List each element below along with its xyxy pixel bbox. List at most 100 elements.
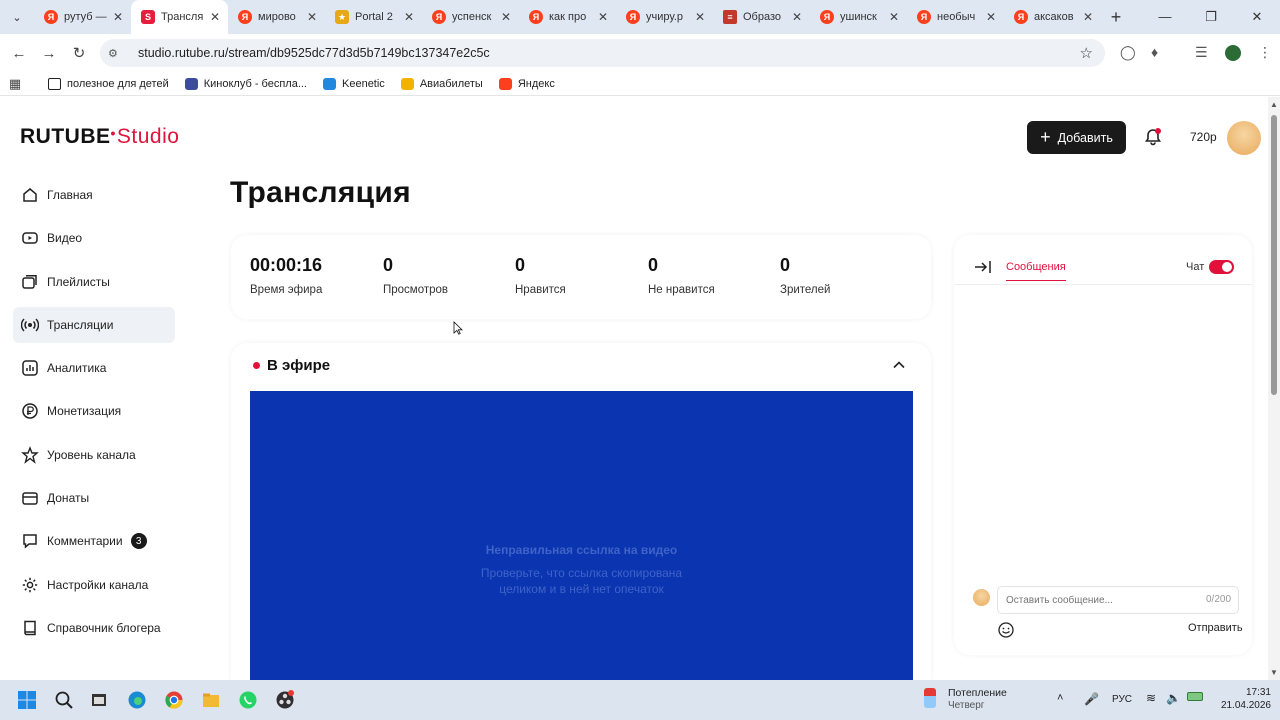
- sidebar-item[interactable]: Главная: [13, 177, 175, 213]
- scroll-down-arrow-icon[interactable]: ▼: [1270, 668, 1278, 677]
- browser-tab[interactable]: Яушинск ✕: [810, 0, 907, 34]
- browser-menu-icon[interactable]: ⋮: [1258, 44, 1272, 61]
- window-controls: — ❐ ✕: [1142, 0, 1280, 34]
- video-player[interactable]: Неправильная ссылка на видео Проверьте, …: [250, 391, 913, 680]
- bookmark-item[interactable]: Киноклуб - бесплa...: [184, 77, 307, 90]
- notifications-bell-icon[interactable]: [1143, 127, 1163, 147]
- browser-tab[interactable]: Яуспенск ✕: [422, 0, 519, 34]
- clock-time[interactable]: 17:31: [1231, 687, 1271, 698]
- chevron-up-icon[interactable]: [891, 357, 907, 373]
- language-indicator[interactable]: РУС: [1112, 694, 1132, 705]
- obs-icon[interactable]: [275, 690, 295, 710]
- close-tab-icon[interactable]: ✕: [305, 10, 319, 24]
- sidebar-nav: Главная Видео Плейлисты Трансляции Аналитика…: [13, 177, 175, 653]
- battery-icon[interactable]: [1187, 692, 1203, 701]
- sidebar-item[interactable]: Трансляции: [13, 306, 175, 343]
- browser-tab[interactable]: Якак про ✕: [519, 0, 616, 34]
- sidebar-item[interactable]: Аналитика: [13, 350, 175, 386]
- sidebar-item[interactable]: Справочник блогера: [13, 610, 175, 646]
- sidebar-item[interactable]: Комментарии 3: [13, 523, 175, 559]
- sidebar-item-label: Донаты: [47, 491, 90, 506]
- minimize-button[interactable]: —: [1142, 0, 1188, 34]
- sidebar-item[interactable]: Настройки канала: [13, 567, 175, 603]
- media-controls-icon[interactable]: ☰: [1195, 44, 1208, 61]
- apps-grid-icon[interactable]: ▦: [0, 76, 30, 92]
- task-view-icon[interactable]: [89, 690, 109, 710]
- url-text: studio.rutube.ru/stream/db9525dc77d3d5b7…: [138, 46, 490, 60]
- close-tab-icon[interactable]: ✕: [1081, 10, 1095, 24]
- address-bar[interactable]: ⚙ studio.rutube.ru/stream/db9525dc77d3d5…: [100, 39, 1105, 67]
- browser-tab[interactable]: Яаксаков ✕: [1004, 0, 1101, 34]
- chrome-icon[interactable]: [164, 690, 184, 710]
- rutube-studio-logo[interactable]: RUTUBE•Studio: [20, 125, 179, 149]
- bookmark-item[interactable]: полезное для детей: [48, 77, 169, 90]
- weather-title[interactable]: Потепление: [948, 687, 1007, 699]
- quality-label[interactable]: 720p: [1190, 130, 1217, 144]
- bookmark-star-icon[interactable]: ☆: [1080, 44, 1093, 62]
- sidebar-item[interactable]: Плейлисты: [13, 264, 175, 300]
- bookmark-label: Авиабилеты: [419, 77, 483, 90]
- tray-overflow-chevron-icon[interactable]: ˄: [1057, 692, 1063, 704]
- translate-icon[interactable]: ◯: [1120, 44, 1136, 61]
- mouse-cursor-icon: [453, 321, 463, 335]
- chat-toggle[interactable]: [1209, 260, 1234, 274]
- browser-tab[interactable]: Янеобыч ✕: [907, 0, 1004, 34]
- windows-start-icon[interactable]: [17, 690, 37, 710]
- close-tab-icon[interactable]: ✕: [111, 10, 125, 24]
- close-tab-icon[interactable]: ✕: [693, 10, 707, 24]
- send-button[interactable]: Отправить: [1188, 622, 1243, 634]
- browser-tab[interactable]: S Трансля ✕: [131, 0, 228, 34]
- clock-date[interactable]: 21.04.2026: [1213, 700, 1271, 711]
- yandex-icon: Я: [432, 10, 446, 24]
- bookmark-item[interactable]: Keenetic: [323, 77, 385, 90]
- close-tab-icon[interactable]: ✕: [984, 10, 998, 24]
- plus-icon: +: [1040, 127, 1051, 147]
- page-scrollbar[interactable]: ▲ ▼: [1268, 97, 1280, 680]
- site-info-icon[interactable]: ⚙: [108, 47, 124, 60]
- close-window-button[interactable]: ✕: [1234, 0, 1280, 34]
- close-tab-icon[interactable]: ✕: [887, 10, 901, 24]
- wifi-icon[interactable]: ≋: [1146, 691, 1156, 705]
- emoji-icon[interactable]: [997, 621, 1015, 639]
- browser-tab[interactable]: Ямирово ✕: [228, 0, 325, 34]
- browser-tab[interactable]: Ярутуб — ✕: [34, 0, 131, 34]
- close-tab-icon[interactable]: ✕: [499, 10, 513, 24]
- close-tab-icon[interactable]: ✕: [402, 10, 416, 24]
- edge-icon[interactable]: [127, 690, 147, 710]
- extensions-icon[interactable]: ♦: [1151, 44, 1158, 60]
- user-avatar[interactable]: [1227, 121, 1261, 155]
- reload-button[interactable]: ↻: [64, 44, 94, 62]
- browser-tab[interactable]: ≡ Образо ✕: [713, 0, 810, 34]
- back-button[interactable]: ←: [4, 45, 34, 62]
- forward-button[interactable]: →: [34, 45, 64, 62]
- scrollbar-thumb[interactable]: [1271, 115, 1277, 395]
- maximize-button[interactable]: ❐: [1188, 0, 1234, 34]
- profile-icon[interactable]: [1225, 45, 1241, 61]
- microphone-icon[interactable]: 🎤: [1084, 692, 1099, 706]
- weather-icon[interactable]: [924, 688, 936, 708]
- yandex-icon: Я: [1014, 10, 1028, 24]
- tab-search-menu-button[interactable]: ⌄: [0, 0, 34, 34]
- browser-tab[interactable]: Яучиру.р ✕: [616, 0, 713, 34]
- browser-tab[interactable]: ★ Portal 2 ✕: [325, 0, 422, 34]
- message-input[interactable]: [997, 586, 1239, 614]
- bookmark-item[interactable]: Яндекс: [498, 77, 555, 90]
- sidebar-item[interactable]: Донаты: [13, 480, 175, 516]
- add-button[interactable]: + Добавить: [1027, 121, 1126, 154]
- close-tab-icon[interactable]: ✕: [596, 10, 610, 24]
- volume-icon[interactable]: 🔈: [1166, 691, 1181, 705]
- rutube-studio-app: RUTUBE•Studio + Добавить 720p Главная Вид…: [0, 97, 1268, 680]
- search-icon[interactable]: [54, 690, 74, 710]
- scroll-up-arrow-icon[interactable]: ▲: [1270, 100, 1278, 109]
- collapse-chat-icon[interactable]: [974, 259, 992, 275]
- close-tab-icon[interactable]: ✕: [790, 10, 804, 24]
- sidebar-item[interactable]: Видео: [13, 220, 175, 256]
- new-tab-button[interactable]: +: [1101, 7, 1131, 28]
- bookmark-item[interactable]: Авиабилеты: [400, 77, 483, 90]
- whatsapp-icon[interactable]: [238, 690, 258, 710]
- sidebar-item[interactable]: Уровень канала: [13, 437, 175, 473]
- sidebar-item[interactable]: Монетизация: [13, 393, 175, 429]
- file-explorer-icon[interactable]: [201, 690, 221, 710]
- close-tab-icon[interactable]: ✕: [208, 10, 222, 24]
- tab-messages[interactable]: Сообщения: [1006, 261, 1066, 281]
